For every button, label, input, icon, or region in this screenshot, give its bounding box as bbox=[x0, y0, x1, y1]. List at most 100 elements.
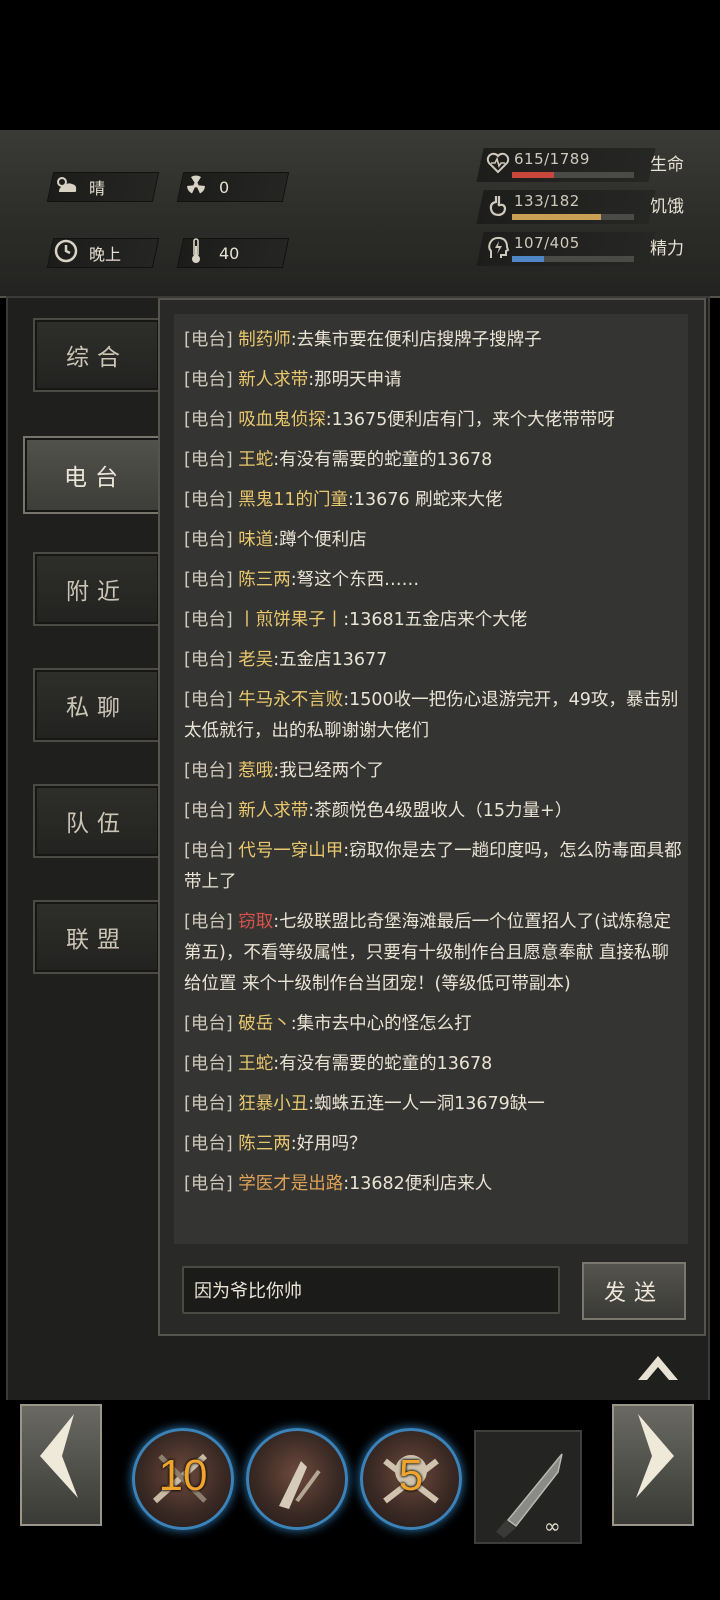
sender-name[interactable]: 吸血鬼侦探 bbox=[238, 410, 326, 430]
time-value: 晚上 bbox=[89, 245, 122, 264]
sender-name[interactable]: 陈三两 bbox=[238, 1134, 291, 1154]
radiation-chip: 0 bbox=[176, 172, 290, 202]
heart-icon bbox=[486, 152, 510, 176]
health-fill bbox=[512, 172, 554, 178]
tab-nearby-label: 附近 bbox=[66, 579, 128, 605]
send-button[interactable]: 发送 bbox=[582, 1262, 686, 1320]
chat-message: [电台] 老吴:五金店13677 bbox=[184, 640, 684, 680]
message-text: :弩这个东西…… bbox=[290, 570, 420, 590]
channel-tag: [电台] bbox=[184, 1174, 233, 1194]
chat-message: [电台] 丨煎饼果子丨:13681五金店来个大佬 bbox=[184, 600, 684, 640]
tab-team-label: 队伍 bbox=[66, 811, 128, 837]
message-text: :我已经两个了 bbox=[273, 761, 385, 781]
channel-tag: [电台] bbox=[184, 761, 233, 781]
message-text: :13682便利店来人 bbox=[343, 1174, 493, 1194]
tab-team[interactable]: 队伍 bbox=[33, 784, 161, 858]
health-value: 615/1789 bbox=[514, 150, 590, 168]
energy-bar: 107/405 精力 bbox=[476, 232, 690, 268]
hotbar-slot-1[interactable]: 10 bbox=[132, 1428, 234, 1530]
message-text: :13675便利店有门，来个大佬带带呀 bbox=[325, 410, 615, 430]
hunger-label: 饥饿 bbox=[650, 197, 684, 217]
sender-name[interactable]: 新人求带 bbox=[238, 370, 308, 390]
sender-name[interactable]: 学医才是出路 bbox=[238, 1174, 343, 1194]
tab-private[interactable]: 私聊 bbox=[33, 668, 161, 742]
hunger-fill bbox=[512, 214, 602, 220]
channel-tag: [电台] bbox=[184, 450, 233, 470]
sender-name[interactable]: 新人求带 bbox=[238, 801, 308, 821]
weapon-durability: ∞ bbox=[544, 1514, 561, 1538]
chat-message: [电台] 吸血鬼侦探:13675便利店有门，来个大佬带带呀 bbox=[184, 400, 684, 440]
chat-message: [电台] 味道:蹲个便利店 bbox=[184, 520, 684, 560]
stomach-icon bbox=[486, 194, 510, 218]
sender-name[interactable]: 窃取 bbox=[238, 912, 273, 932]
sender-name[interactable]: 牛马永不言败 bbox=[238, 690, 343, 710]
message-text: :13676 刷蛇来大佬 bbox=[348, 490, 503, 510]
chat-message: [电台] 窃取:七级联盟比奇堡海滩最后一个位置招人了(试炼稳定第五)，不看等级属… bbox=[184, 902, 684, 1004]
chat-message: [电台] 陈三两:弩这个东西…… bbox=[184, 560, 684, 600]
radiation-icon bbox=[181, 174, 211, 201]
energy-label: 精力 bbox=[650, 239, 684, 259]
chat-input[interactable]: 因为爷比你帅 bbox=[182, 1266, 560, 1314]
sender-name[interactable]: 狂暴小丑 bbox=[238, 1094, 308, 1114]
left-arrow-icon bbox=[40, 1414, 78, 1498]
hotbar-next-button[interactable] bbox=[612, 1404, 694, 1526]
collapse-arrow-icon[interactable] bbox=[636, 1352, 680, 1382]
cloud-sun-icon bbox=[51, 174, 81, 201]
hotbar-slot-2[interactable] bbox=[246, 1428, 348, 1530]
chat-input-value: 因为爷比你帅 bbox=[194, 1281, 302, 1302]
tab-nearby[interactable]: 附近 bbox=[33, 552, 161, 626]
chat-message: [电台] 破岳丶:集市去中心的怪怎么打 bbox=[184, 1004, 684, 1044]
message-list[interactable]: [电台] 制药师:去集市要在便利店搜牌子搜牌子 [电台] 新人求带:那明天申请 [电… bbox=[174, 314, 688, 1244]
message-text: :有没有需要的蛇童的13678 bbox=[273, 450, 493, 470]
slot-3-count: 5 bbox=[398, 1451, 424, 1500]
sender-name[interactable]: 味道 bbox=[238, 530, 273, 550]
channel-tag: [电台] bbox=[184, 370, 233, 390]
chat-message: [电台] 狂暴小丑:蜘蛛五连一人一洞13679缺一 bbox=[184, 1084, 684, 1124]
temperature-chip: 40 bbox=[176, 237, 290, 268]
health-label: 生命 bbox=[650, 155, 684, 175]
messages-container: [电台] 制药师:去集市要在便利店搜牌子搜牌子 [电台] 新人求带:那明天申请 [电… bbox=[184, 320, 684, 1204]
chat-message: [电台] 王蛇:有没有需要的蛇童的13678 bbox=[184, 1044, 684, 1084]
tab-alliance-label: 联盟 bbox=[66, 927, 128, 953]
sender-name[interactable]: 老吴 bbox=[238, 650, 273, 670]
channel-tag: [电台] bbox=[184, 650, 233, 670]
message-text: :有没有需要的蛇童的13678 bbox=[273, 1054, 493, 1074]
time-chip: 晚上 bbox=[46, 238, 160, 268]
top-black-area bbox=[0, 0, 720, 130]
channel-tag: [电台] bbox=[184, 490, 233, 510]
chat-window: [电台] 制药师:去集市要在便利店搜牌子搜牌子 [电台] 新人求带:那明天申请 [电… bbox=[158, 298, 706, 1336]
sender-name[interactable]: 王蛇 bbox=[238, 1054, 273, 1074]
sender-name[interactable]: 惹哦 bbox=[238, 761, 273, 781]
sender-name[interactable]: 陈三两 bbox=[238, 570, 291, 590]
channel-tag: [电台] bbox=[184, 1014, 233, 1034]
chat-message: [电台] 惹哦:我已经两个了 bbox=[184, 751, 684, 791]
sender-name[interactable]: 制药师 bbox=[238, 330, 291, 350]
sender-name[interactable]: 王蛇 bbox=[238, 450, 273, 470]
tab-radio[interactable]: 电台 bbox=[23, 436, 167, 514]
tab-radio-label: 电台 bbox=[64, 465, 126, 491]
energy-head-icon bbox=[486, 236, 510, 260]
chat-message: [电台] 代号一穿山甲:窃取你是去了一趟印度吗，怎么防毒面具都带上了 bbox=[184, 831, 684, 902]
hotbar-prev-button[interactable] bbox=[20, 1404, 102, 1526]
message-text: :好用吗？ bbox=[290, 1134, 367, 1154]
sender-name[interactable]: 黑鬼11的门童 bbox=[238, 490, 348, 510]
message-text: :蹲个便利店 bbox=[273, 530, 367, 550]
radiation-value: 0 bbox=[219, 177, 230, 197]
claw-item-icon bbox=[279, 1461, 321, 1509]
chat-message: [电台] 制药师:去集市要在便利店搜牌子搜牌子 bbox=[184, 320, 684, 360]
channel-tag: [电台] bbox=[184, 610, 233, 630]
tab-general[interactable]: 综合 bbox=[33, 318, 161, 392]
channel-tag: [电台] bbox=[184, 410, 233, 430]
sender-name[interactable]: 代号一穿山甲 bbox=[238, 841, 343, 861]
channel-tag: [电台] bbox=[184, 330, 233, 350]
send-button-label: 发送 bbox=[603, 1281, 664, 1306]
slot-1-count: 10 bbox=[158, 1451, 208, 1500]
sender-name[interactable]: 丨煎饼果子丨 bbox=[238, 610, 343, 630]
weapon-slot[interactable]: ∞ bbox=[474, 1430, 582, 1544]
channel-tag: [电台] bbox=[184, 912, 233, 932]
hotbar-slot-3[interactable]: 5 bbox=[360, 1428, 462, 1530]
channel-tag: [电台] bbox=[184, 1094, 233, 1114]
weather-value: 晴 bbox=[89, 179, 106, 198]
tab-alliance[interactable]: 联盟 bbox=[33, 900, 161, 974]
sender-name[interactable]: 破岳丶 bbox=[238, 1014, 291, 1034]
